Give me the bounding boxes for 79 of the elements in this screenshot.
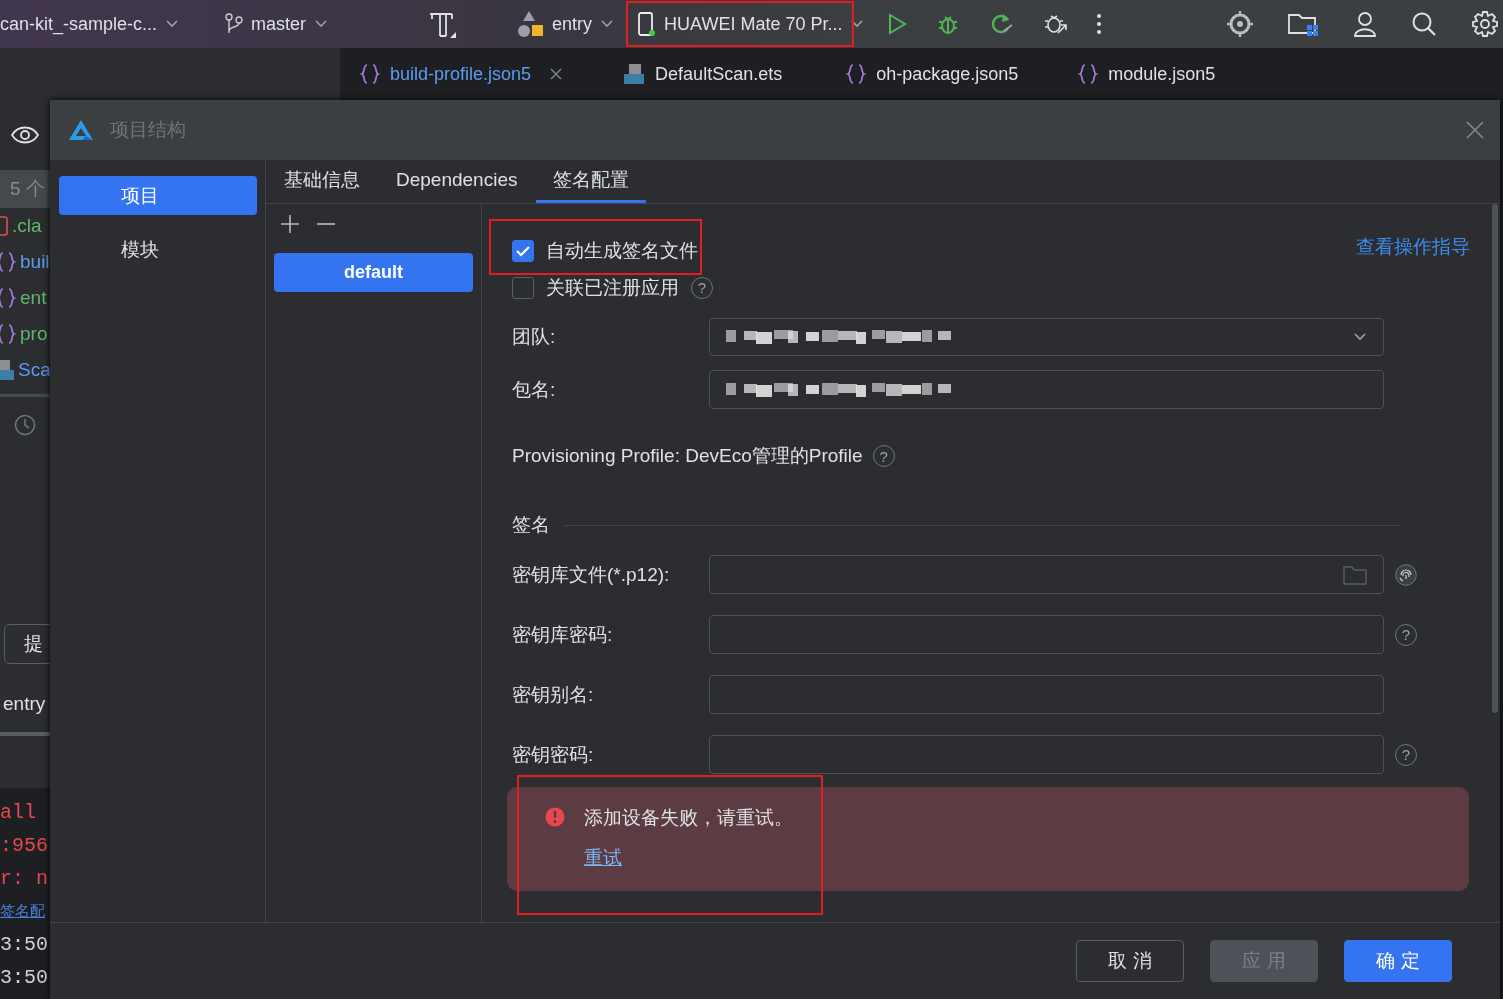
- nav-item[interactable]: 项目: [59, 176, 257, 215]
- file-icon: [623, 63, 646, 85]
- fingerprint-icon[interactable]: [1395, 563, 1417, 586]
- scrollbar[interactable]: [1492, 204, 1498, 713]
- settings-icon[interactable]: [1471, 10, 1499, 38]
- shapes-icon: [516, 9, 545, 39]
- checkbox[interactable]: [512, 276, 534, 299]
- branch-selector[interactable]: master: [217, 0, 337, 48]
- guide-link[interactable]: 查看操作指导: [1356, 234, 1470, 260]
- input-field[interactable]: [709, 735, 1384, 774]
- check-icon: [516, 244, 530, 257]
- folder-icon[interactable]: [1287, 11, 1319, 37]
- console-line: :956: [0, 833, 49, 859]
- checkbox[interactable]: [512, 239, 534, 262]
- console-line: 3:50: [0, 965, 49, 991]
- logo-icon: [68, 119, 94, 141]
- checkbox-label: 关联已注册应用: [546, 275, 679, 300]
- field-label: 密钥库文件(*.p12):: [512, 562, 671, 587]
- dropdown-field[interactable]: [709, 318, 1384, 356]
- field-label: 团队:: [512, 325, 557, 349]
- error-icon: [545, 807, 565, 827]
- dialog-button[interactable]: 确 定: [1344, 940, 1452, 982]
- console-line: r: n: [0, 866, 49, 892]
- braces-icon: [0, 323, 16, 345]
- close-icon[interactable]: [1466, 121, 1484, 139]
- clock-icon: [14, 414, 36, 436]
- module-selector[interactable]: entry: [508, 0, 623, 48]
- field-label: 密钥别名:: [512, 682, 595, 707]
- file-item[interactable]: buil: [0, 244, 50, 280]
- editor-tab[interactable]: build-profile.json5: [360, 48, 564, 100]
- dialog-button[interactable]: 取 消: [1076, 940, 1184, 982]
- field-label: 密钥库密码:: [512, 622, 614, 647]
- input-field[interactable]: [709, 675, 1384, 714]
- input-field[interactable]: [709, 615, 1384, 654]
- editor-tab[interactable]: DefaultScan.ets: [623, 48, 783, 100]
- console-line: all: [0, 800, 37, 826]
- more-icon[interactable]: [1096, 12, 1103, 36]
- file-item[interactable]: .cla: [0, 208, 50, 244]
- tab[interactable]: 签名配置: [536, 160, 647, 203]
- braces-icon: [360, 63, 380, 85]
- search-icon[interactable]: [1411, 11, 1437, 37]
- run-icon[interactable]: [886, 12, 909, 36]
- nav-item[interactable]: 模块: [59, 230, 257, 269]
- tab[interactable]: Dependencies: [396, 160, 535, 203]
- phone-icon: [636, 11, 657, 37]
- section-title: 签名: [512, 513, 550, 537]
- file-item[interactable]: pro: [0, 316, 50, 352]
- editor-tab[interactable]: oh-package.json5: [846, 48, 1019, 100]
- person-icon[interactable]: [1353, 11, 1377, 37]
- field-label: 密钥密码:: [512, 742, 595, 767]
- file-item[interactable]: ent: [0, 280, 50, 316]
- profile-item[interactable]: default: [274, 253, 473, 292]
- error-message: 添加设备失败，请重试。: [584, 806, 793, 830]
- file-icon: [0, 359, 14, 381]
- provisioning-text: Provisioning Profile: DevEco管理的Profile: [512, 444, 863, 468]
- console-line: 3:50: [0, 932, 49, 958]
- braces-icon: [0, 251, 16, 273]
- branch-icon: [225, 13, 244, 35]
- eye-icon[interactable]: [11, 124, 39, 146]
- field-label: 包名:: [512, 377, 557, 402]
- checkbox-label: 自动生成签名文件: [546, 238, 698, 263]
- console-link[interactable]: 签名配: [0, 895, 45, 928]
- retry-link[interactable]: 重试: [584, 845, 622, 871]
- editor-tab[interactable]: module.json5: [1078, 48, 1216, 100]
- project-selector[interactable]: can-kit_-sample-c...: [0, 0, 188, 48]
- file-count: 5 个: [0, 170, 50, 208]
- input-field[interactable]: [709, 370, 1384, 409]
- braces-icon: [846, 63, 867, 85]
- commit-button[interactable]: 提: [4, 624, 50, 664]
- dialog-title: 项目结构: [110, 118, 186, 142]
- braces-icon: [0, 287, 16, 309]
- file-item[interactable]: Sca: [0, 352, 50, 388]
- braces-icon: [1078, 63, 1099, 85]
- add-icon[interactable]: [280, 214, 300, 234]
- tab[interactable]: 基础信息: [284, 160, 377, 203]
- close-icon[interactable]: [549, 67, 564, 81]
- input-field[interactable]: [709, 555, 1384, 594]
- target-icon[interactable]: [1227, 11, 1253, 37]
- device-selector[interactable]: HUAWEI Mate 70 Pr...: [628, 1, 851, 47]
